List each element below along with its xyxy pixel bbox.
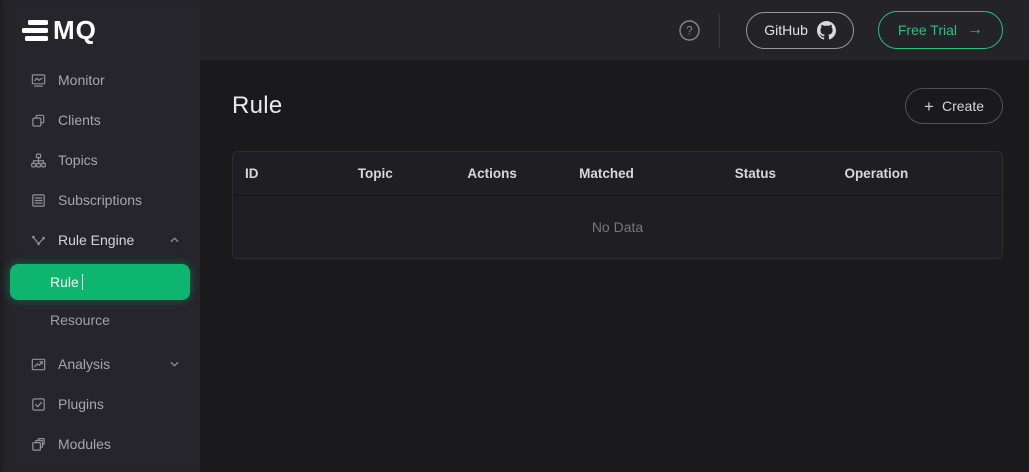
empty-state: No Data: [233, 196, 1002, 258]
column-header-id: ID: [233, 166, 346, 181]
sidebar-item-subscriptions[interactable]: Subscriptions: [0, 180, 200, 220]
modules-icon: [30, 436, 47, 453]
column-header-actions: Actions: [455, 166, 567, 181]
column-header-matched: Matched: [567, 166, 723, 181]
column-header-status: Status: [723, 166, 833, 181]
emq-logo-text: MQ: [53, 17, 97, 43]
sidebar-item-label: Analysis: [58, 356, 110, 372]
topbar-divider: [719, 14, 720, 47]
github-button-label: GitHub: [764, 22, 808, 38]
clients-icon: [30, 112, 47, 129]
github-icon: [817, 21, 836, 40]
chevron-up-icon: [169, 235, 180, 246]
plus-icon: +: [924, 98, 934, 115]
free-trial-button[interactable]: Free Trial →: [878, 11, 1003, 49]
sidebar-item-topics[interactable]: Topics: [0, 140, 200, 180]
rules-table: ID Topic Actions Matched Status Operatio…: [232, 151, 1003, 259]
help-icon[interactable]: ?: [678, 19, 701, 42]
free-trial-label: Free Trial: [898, 22, 957, 38]
plugins-icon: [30, 396, 47, 413]
sidebar-item-label: Resource: [50, 312, 110, 328]
main-content: Rule + Create ID Topic Actions Matched S…: [200, 60, 1029, 472]
emqx-dashboard: MQ Monitor Clients Topics: [0, 0, 1029, 472]
sidebar-item-label: Rule Engine: [58, 232, 134, 248]
github-button[interactable]: GitHub: [746, 12, 854, 49]
chevron-down-icon: [169, 359, 180, 370]
monitor-icon: [30, 72, 47, 89]
create-button[interactable]: + Create: [905, 88, 1003, 124]
subscriptions-icon: [30, 192, 47, 209]
svg-text:?: ?: [687, 25, 693, 37]
analysis-icon: [30, 356, 47, 373]
sidebar-item-label: Monitor: [58, 72, 105, 88]
sidebar-item-label: Modules: [58, 436, 111, 452]
rule-engine-icon: [30, 232, 47, 249]
sidebar-item-rule-engine[interactable]: Rule Engine: [0, 220, 200, 260]
sidebar-item-label: Clients: [58, 112, 101, 128]
sidebar-item-modules[interactable]: Modules: [0, 424, 200, 464]
sidebar-item-clients[interactable]: Clients: [0, 100, 200, 140]
sidebar-item-rule[interactable]: Rule: [10, 264, 190, 300]
sidebar: MQ Monitor Clients Topics: [0, 0, 200, 472]
emq-logo[interactable]: MQ: [0, 0, 200, 60]
arrow-right-icon: →: [967, 22, 983, 38]
page-header: Rule + Create: [200, 60, 1029, 124]
sidebar-item-monitor[interactable]: Monitor: [0, 60, 200, 100]
column-header-operation: Operation: [832, 166, 1002, 181]
sidebar-item-label: Subscriptions: [58, 192, 142, 208]
emq-logo-mark: [22, 18, 48, 42]
sidebar-item-resource[interactable]: Resource: [0, 300, 200, 340]
sidebar-item-label: Topics: [58, 152, 98, 168]
sidebar-item-label: Plugins: [58, 396, 104, 412]
topics-icon: [30, 152, 47, 169]
table-header-row: ID Topic Actions Matched Status Operatio…: [233, 152, 1002, 196]
create-button-label: Create: [942, 98, 984, 114]
text-cursor: [82, 274, 84, 290]
sidebar-item-plugins[interactable]: Plugins: [0, 384, 200, 424]
page-title: Rule: [232, 92, 283, 120]
sidebar-item-analysis[interactable]: Analysis: [0, 344, 200, 384]
column-header-topic: Topic: [346, 166, 456, 181]
topbar: ? GitHub Free Trial →: [200, 0, 1029, 60]
sidebar-item-label: Rule: [50, 274, 79, 290]
sidebar-nav: Monitor Clients Topics Subscriptions: [0, 60, 200, 464]
empty-state-text: No Data: [592, 219, 643, 235]
